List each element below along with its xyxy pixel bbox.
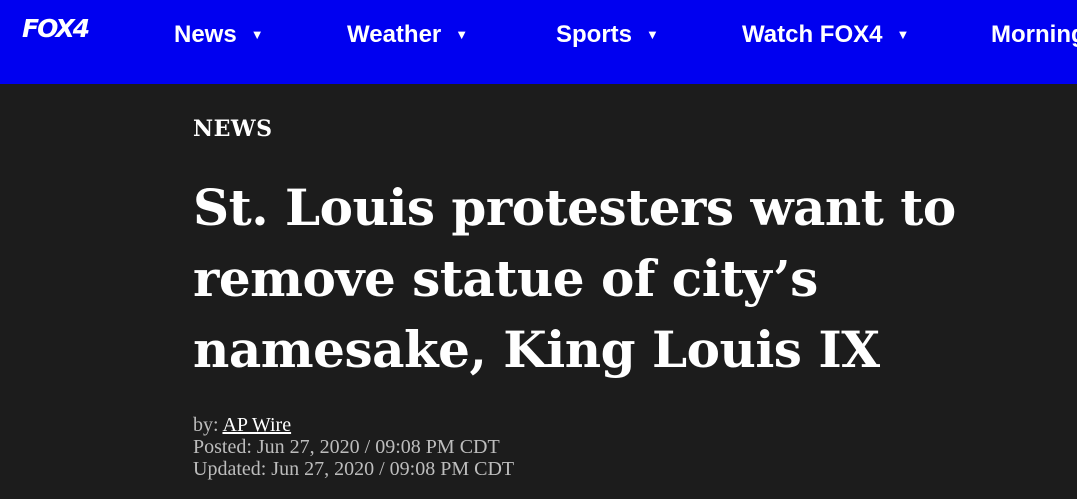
section-label[interactable]: NEWS xyxy=(193,114,272,144)
article-headline: St. Louis protesters want to remove stat… xyxy=(193,178,956,379)
nav-item-morning[interactable]: Morning xyxy=(991,20,1077,50)
top-navigation-bar: FOX4 News ▼ Weather ▼ Sports ▼ Watch FOX4 ▼ … xyxy=(0,0,1077,84)
nav-item-watch-fox4[interactable]: Watch FOX4 ▼ xyxy=(742,20,909,50)
updated-timestamp: Updated: Jun 27, 2020 / 09:08 PM CDT xyxy=(193,458,515,480)
nav-item-label: Morning xyxy=(991,21,1077,48)
nav-item-sports[interactable]: Sports ▼ xyxy=(556,20,659,50)
fox4-logo[interactable]: FOX4 xyxy=(22,14,90,44)
author-link[interactable]: AP Wire xyxy=(222,414,291,436)
nav-item-label: Weather xyxy=(347,21,442,48)
nav-item-label: News xyxy=(174,21,237,48)
byline: by: AP Wire xyxy=(193,414,291,436)
nav-item-weather[interactable]: Weather ▼ xyxy=(347,20,468,50)
caret-down-icon: ▼ xyxy=(455,27,469,42)
byline-prefix: by: xyxy=(193,414,223,436)
nav-item-label: Watch FOX4 xyxy=(742,21,883,48)
caret-down-icon: ▼ xyxy=(896,27,910,42)
caret-down-icon: ▼ xyxy=(250,27,264,42)
nav-item-label: Sports xyxy=(556,21,633,48)
posted-timestamp: Posted: Jun 27, 2020 / 09:08 PM CDT xyxy=(193,436,500,458)
caret-down-icon: ▼ xyxy=(646,27,659,42)
nav-item-news[interactable]: News ▼ xyxy=(174,20,264,50)
